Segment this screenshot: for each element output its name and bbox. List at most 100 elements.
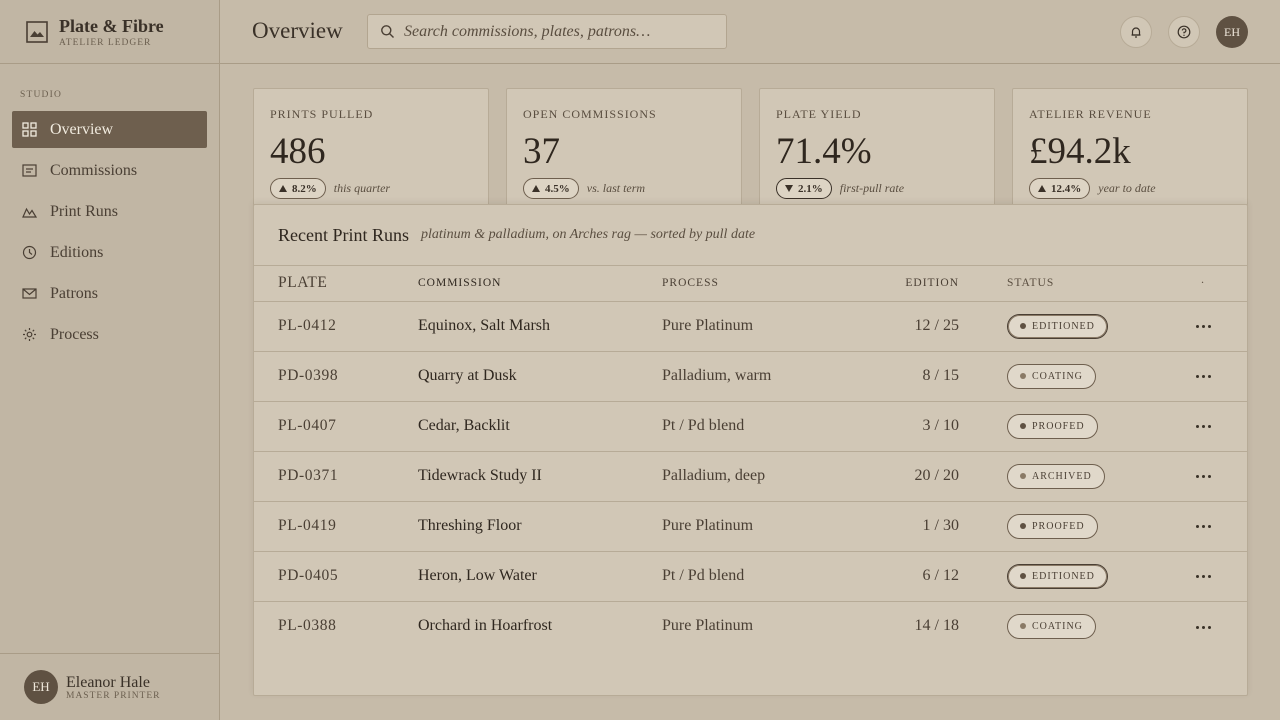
kpi-value: 71.4% [776,131,872,172]
sidebar-nav: Overview Commissions Print Runs Editions [12,111,207,357]
table-row[interactable]: PL-0388 Orchard in Hoarfrost Pure Platin… [254,601,1247,651]
more-actions-button[interactable] [1189,467,1217,487]
list-doc-icon [22,164,37,177]
cell-plate: PL-0412 [278,317,337,334]
cell-process: Pt / Pd blend [662,417,745,434]
cell-edition: 20 / 20 [914,467,959,484]
kpi-delta: 8.2% [292,182,317,195]
sidebar-item-overview[interactable]: Overview [12,111,207,148]
kpi-card-prints-pulled: PRINTS PULLED 486 8.2% this quarter [253,88,489,218]
column-header-edition[interactable]: EDITION [842,266,959,301]
kpi-label: OPEN COMMISSIONS [523,107,657,121]
cell-commission: Equinox, Salt Marsh [418,317,550,334]
header-avatar[interactable]: EH [1216,16,1248,48]
cell-commission: Quarry at Dusk [418,367,517,384]
envelope-icon [22,288,37,299]
cell-commission: Threshing Floor [418,517,522,534]
user-profile[interactable]: EH Eleanor Hale MASTER PRINTER [0,653,219,720]
sidebar-item-label: Editions [50,243,104,261]
panel-subtitle: platinum & palladium, on Arches rag — so… [421,227,756,242]
cell-edition: 6 / 12 [922,567,959,584]
sidebar-item-patrons[interactable]: Patrons [12,275,207,312]
column-header-plate[interactable]: PLATE [254,266,418,301]
status-badge: PROOFED [1007,513,1098,539]
kpi-delta: 12.4% [1051,182,1082,195]
kpi-delta-badge: 12.4% [1029,178,1091,199]
cell-commission: Tidewrack Study II [418,467,542,484]
user-name: Eleanor Hale [66,673,150,691]
cell-process: Pure Platinum [662,617,754,635]
column-header-process[interactable]: PROCESS [662,266,842,301]
kpi-delta-badge: 4.5% [523,178,579,199]
cell-edition: 14 / 18 [914,617,959,635]
more-actions-button[interactable] [1189,617,1217,637]
sidebar-item-commissions[interactable]: Commissions [12,152,207,189]
cell-edition: 3 / 10 [922,417,959,434]
notifications-button[interactable] [1120,16,1152,48]
status-badge: COATING [1007,363,1096,389]
sidebar-item-editions[interactable]: Editions [12,234,207,271]
search-box[interactable] [367,14,727,49]
column-header-status[interactable]: STATUS [959,266,1159,301]
status-badge: EDITIONED [1007,313,1108,339]
help-button[interactable] [1168,16,1200,48]
page-title: Overview [252,18,343,43]
kpi-note: this quarter [333,181,391,195]
search-input[interactable] [404,22,726,41]
table-row[interactable]: PD-0398 Quarry at Dusk Palladium, warm 8… [254,351,1247,401]
arrow-up-icon [279,185,287,192]
brand-subtitle: ATELIER LEDGER [59,37,152,48]
framed-landscape-logo-icon [26,20,48,43]
status-badge: COATING [1007,613,1096,639]
kpi-delta-badge: 8.2% [270,178,326,199]
cell-edition: 1 / 30 [922,517,959,534]
status-label: EDITIONED [1032,320,1095,332]
kpi-delta: 2.1% [798,182,823,195]
sidebar-item-label: Process [50,325,99,343]
table-row[interactable]: PD-0371 Tidewrack Study II Palladium, de… [254,451,1247,501]
more-actions-button[interactable] [1189,517,1217,537]
kpi-note: year to date [1098,181,1156,195]
sidebar-item-label: Print Runs [50,202,119,220]
cell-commission: Orchard in Hoarfrost [418,617,553,635]
table-row[interactable]: PL-0412 Equinox, Salt Marsh Pure Platinu… [254,301,1247,351]
recent-print-runs-panel: Recent Print Runs platinum & palladium, … [253,204,1248,696]
mountain-icon [22,207,37,218]
column-header-commission[interactable]: COMMISSION [418,266,662,301]
more-actions-button[interactable] [1189,567,1217,587]
nav-section-label: STUDIO [20,90,63,100]
print-runs-table: PLATE COMMISSION PROCESS EDITION STATUS … [254,266,1247,651]
kpi-label: ATELIER REVENUE [1029,107,1152,121]
arrow-up-icon [532,185,540,192]
more-actions-button[interactable] [1189,317,1217,337]
table-row[interactable]: PL-0419 Threshing Floor Pure Platinum 1 … [254,501,1247,551]
gear-icon [23,328,36,341]
status-badge: PROOFED [1007,413,1098,439]
more-actions-button[interactable] [1189,367,1217,387]
cell-plate: PL-0419 [278,517,337,534]
cell-plate: PD-0371 [278,467,339,484]
table-row[interactable]: PD-0405 Heron, Low Water Pt / Pd blend 6… [254,551,1247,601]
more-actions-button[interactable] [1189,417,1217,437]
sidebar-item-label: Patrons [50,284,98,302]
kpi-card-open-commissions: OPEN COMMISSIONS 37 4.5% vs. last term [506,88,742,218]
cell-process: Palladium, deep [662,467,766,484]
kpi-value: 486 [270,131,326,172]
sidebar: Plate & Fibre ATELIER LEDGER STUDIO Over… [0,0,220,720]
column-header-actions: · [1200,277,1206,290]
status-badge: ARCHIVED [1007,463,1105,489]
cell-commission: Heron, Low Water [418,567,537,584]
cell-process: Pt / Pd blend [662,567,745,584]
bell-icon [1131,27,1141,38]
top-header: Overview EH [220,0,1280,64]
cell-plate: PD-0405 [278,567,339,584]
table-row[interactable]: PL-0407 Cedar, Backlit Pt / Pd blend 3 /… [254,401,1247,451]
kpi-value: £94.2k [1029,131,1131,172]
sidebar-item-print-runs[interactable]: Print Runs [12,193,207,230]
brand[interactable]: Plate & Fibre ATELIER LEDGER [0,0,219,64]
kpi-delta: 4.5% [545,182,570,195]
panel-title: Recent Print Runs [278,224,409,245]
sidebar-item-label: Commissions [50,161,138,179]
cell-edition: 8 / 15 [922,367,959,384]
sidebar-item-process[interactable]: Process [12,316,207,353]
